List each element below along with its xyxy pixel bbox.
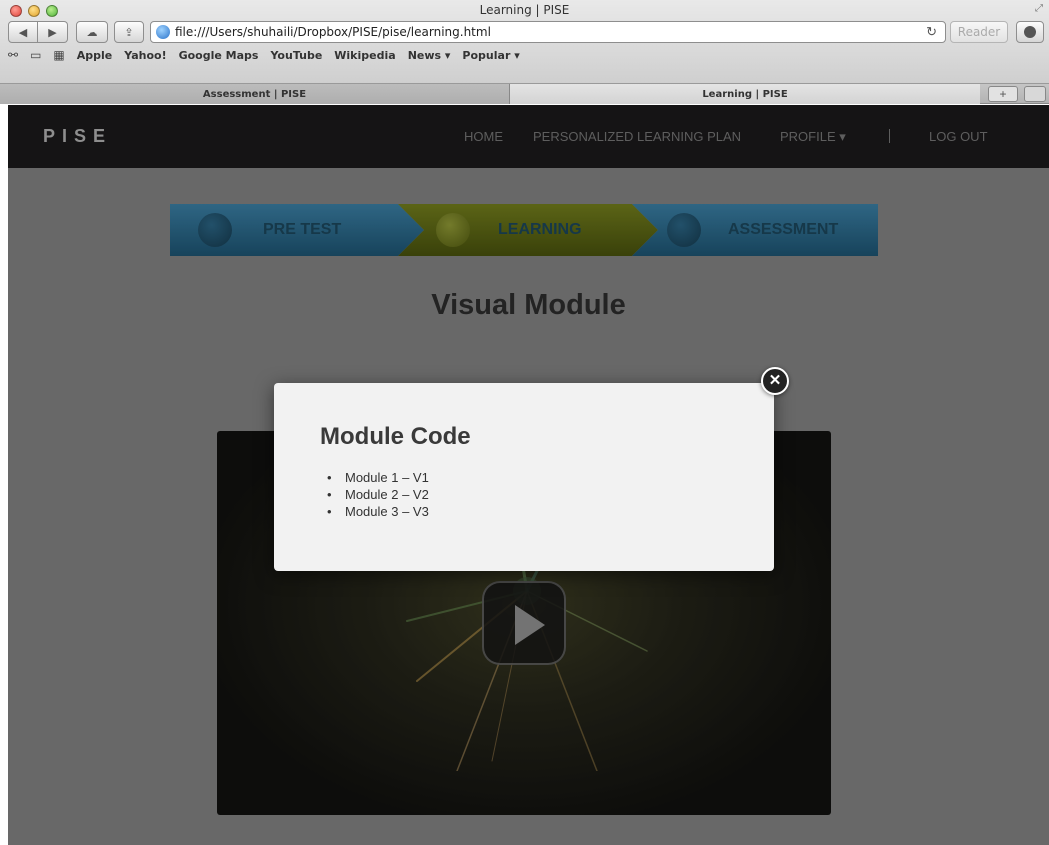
nav-home[interactable]: HOME: [464, 129, 503, 144]
globe-icon: [156, 25, 170, 39]
list-item: Module 2 – V2: [320, 486, 429, 503]
tab-view-button[interactable]: [1024, 86, 1046, 102]
bookmark-wikipedia[interactable]: Wikipedia: [334, 49, 395, 62]
top-sites-grid-icon[interactable]: ▦: [53, 48, 64, 62]
browser-titlebar: Learning | PISE ⤢ ◀ ▶ ☁ ⇪ file:///Users/…: [0, 0, 1049, 84]
window-title: Learning | PISE: [479, 3, 570, 17]
url-text: file:///Users/shuhaili/Dropbox/PISE/pise…: [175, 25, 491, 39]
list-item: Module 3 – V3: [320, 503, 429, 520]
tab-learning[interactable]: Learning | PISE: [510, 84, 980, 104]
site-brand[interactable]: PISE: [43, 126, 112, 147]
bookmark-popular[interactable]: Popular ▾: [462, 49, 519, 62]
bookmark-youtube[interactable]: YouTube: [270, 49, 322, 62]
close-icon[interactable]: ✕: [761, 367, 789, 395]
bookmarks-book-icon[interactable]: ▭: [30, 48, 41, 62]
page-viewport: PISE HOME PERSONALIZED LEARNING PLAN PRO…: [8, 105, 1049, 845]
downloads-button[interactable]: [1016, 21, 1044, 43]
bookmark-google-maps[interactable]: Google Maps: [179, 49, 259, 62]
module-code-modal: Module Code Module 1 – V1 Module 2 – V2 …: [274, 383, 774, 571]
bookmark-yahoo[interactable]: Yahoo!: [124, 49, 166, 62]
module-code-list: Module 1 – V1 Module 2 – V2 Module 3 – V…: [320, 469, 429, 520]
modal-title: Module Code: [320, 423, 471, 450]
reader-button[interactable]: Reader: [950, 21, 1008, 43]
address-bar[interactable]: file:///Users/shuhaili/Dropbox/PISE/pise…: [150, 21, 946, 43]
nav-divider: [889, 129, 890, 143]
icloud-tabs-button[interactable]: ☁: [76, 21, 108, 43]
site-navbar: PISE HOME PERSONALIZED LEARNING PLAN PRO…: [8, 105, 1049, 168]
reading-list-icon[interactable]: ⚯: [8, 48, 18, 62]
fullscreen-icon[interactable]: ⤢: [1035, 3, 1043, 14]
downloads-icon: [1024, 26, 1036, 38]
nav-profile-dropdown[interactable]: PROFILE ▾: [780, 129, 846, 145]
bookmarks-bar: ⚯ ▭ ▦ Apple Yahoo! Google Maps YouTube W…: [0, 46, 1049, 64]
new-tab-button[interactable]: +: [988, 86, 1018, 102]
back-button[interactable]: ◀: [8, 21, 38, 43]
forward-button[interactable]: ▶: [38, 21, 68, 43]
bookmark-apple[interactable]: Apple: [77, 49, 113, 62]
nav-personalized-learning-plan[interactable]: PERSONALIZED LEARNING PLAN: [533, 129, 741, 144]
list-item: Module 1 – V1: [320, 469, 429, 486]
bookmark-news[interactable]: News ▾: [408, 49, 451, 62]
tab-bar: Assessment | PISE Learning | PISE +: [0, 84, 1049, 104]
nav-logout[interactable]: LOG OUT: [929, 129, 988, 144]
tab-assessment[interactable]: Assessment | PISE: [0, 84, 510, 104]
share-button[interactable]: ⇪: [114, 21, 144, 43]
reload-icon[interactable]: ↻: [926, 24, 937, 40]
